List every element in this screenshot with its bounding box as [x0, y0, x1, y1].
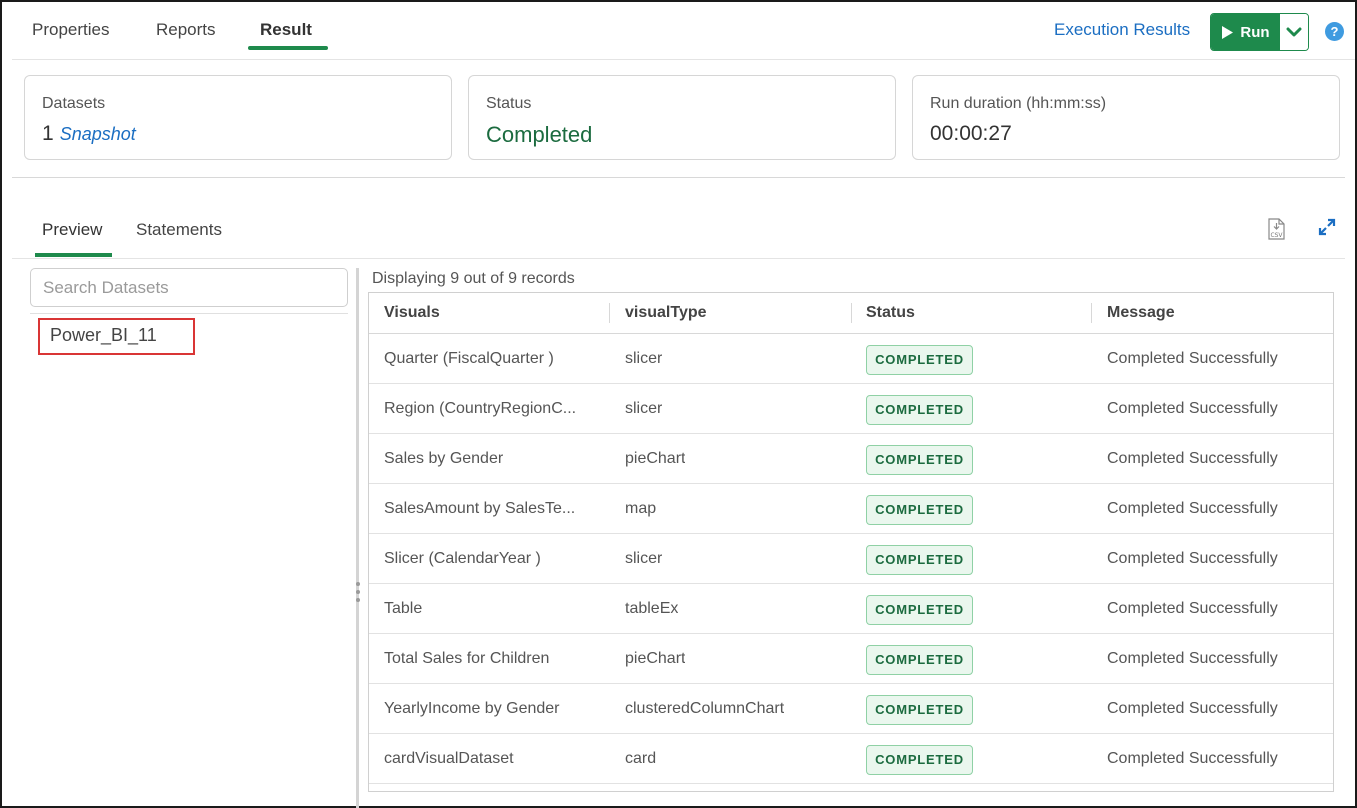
cell-message: Completed Successfully	[1107, 750, 1278, 767]
duration-card: Run duration (hh:mm:ss) 00:00:27	[912, 75, 1340, 160]
subtab-divider	[12, 258, 1345, 259]
status-badge: COMPLETED	[866, 395, 973, 425]
status-badge: COMPLETED	[866, 445, 973, 475]
column-header-status[interactable]: Status	[866, 304, 915, 322]
snapshot-link[interactable]: Snapshot	[60, 124, 136, 144]
cell-visual: cardVisualDataset	[384, 750, 514, 767]
cell-visual: Region (CountryRegionC...	[384, 400, 577, 417]
status-card-label: Status	[486, 95, 532, 112]
table-row[interactable]: Quarter (FiscalQuarter ) slicer COMPLETE…	[369, 334, 1333, 384]
status-card-value: Completed	[486, 122, 593, 147]
execution-results-link[interactable]: Execution Results	[1054, 20, 1190, 40]
tab-result[interactable]: Result	[260, 20, 312, 40]
status-badge: COMPLETED	[866, 545, 973, 575]
status-badge: COMPLETED	[866, 695, 973, 725]
status-badge: COMPLETED	[866, 495, 973, 525]
status-badge: COMPLETED	[866, 345, 973, 375]
table-row[interactable]: SalesAmount by SalesTe... map COMPLETED …	[369, 484, 1333, 534]
status-badge: COMPLETED	[866, 595, 973, 625]
cell-message: Completed Successfully	[1107, 500, 1278, 517]
cell-visual: Slicer (CalendarYear )	[384, 550, 541, 567]
cell-visual: YearlyIncome by Gender	[384, 700, 560, 717]
datasets-card-value: 1 Snapshot	[42, 122, 136, 146]
cell-message: Completed Successfully	[1107, 550, 1278, 567]
column-divider	[851, 303, 852, 323]
table-header: Visuals visualType Status Message	[369, 293, 1333, 334]
datasets-card-label: Datasets	[42, 95, 106, 112]
dataset-list-divider	[30, 313, 348, 314]
column-divider	[609, 303, 610, 323]
column-divider	[1091, 303, 1092, 323]
section-divider	[12, 177, 1345, 178]
duration-card-value: 00:00:27	[930, 122, 1012, 145]
cell-visual: Total Sales for Children	[384, 650, 550, 667]
pane-splitter[interactable]	[356, 268, 359, 808]
cell-visual: Table	[384, 600, 423, 617]
table-row[interactable]: cardVisualDataset card COMPLETED Complet…	[369, 734, 1333, 784]
table-row[interactable]: YearlyIncome by Gender clusteredColumnCh…	[369, 684, 1333, 734]
active-tab-indicator	[248, 46, 328, 50]
cell-visual-type: pieChart	[625, 450, 686, 467]
table-row[interactable]: Sales by Gender pieChart COMPLETED Compl…	[369, 434, 1333, 484]
cell-visual-type: card	[625, 750, 657, 767]
search-datasets-input[interactable]	[30, 268, 348, 307]
cell-visual-type: pieChart	[625, 650, 686, 667]
csv-icon-text: CSV	[1270, 232, 1283, 239]
cell-message: Completed Successfully	[1107, 400, 1278, 417]
column-header-visualtype[interactable]: visualType	[625, 304, 707, 322]
status-card: Status Completed	[468, 75, 896, 160]
cell-visual-type: slicer	[625, 350, 663, 367]
run-button-label: Run	[1240, 23, 1270, 41]
tab-statements[interactable]: Statements	[136, 220, 222, 240]
cell-visual: Quarter (FiscalQuarter )	[384, 350, 554, 367]
active-subtab-indicator	[35, 253, 112, 257]
datasets-card: Datasets 1 Snapshot	[24, 75, 452, 160]
cell-message: Completed Successfully	[1107, 700, 1278, 717]
cell-message: Completed Successfully	[1107, 600, 1278, 617]
run-options-dropdown[interactable]	[1280, 14, 1308, 50]
datasets-count: 1	[42, 122, 54, 145]
run-button[interactable]: Run	[1211, 14, 1280, 50]
records-count-text: Displaying 9 out of 9 records	[372, 270, 575, 287]
status-badge: COMPLETED	[866, 645, 973, 675]
csv-download-icon[interactable]: CSV	[1265, 218, 1287, 240]
cell-message: Completed Successfully	[1107, 650, 1278, 667]
play-icon	[1222, 25, 1234, 39]
tab-reports[interactable]: Reports	[156, 20, 216, 40]
table-row[interactable]: Slicer (CalendarYear ) slicer COMPLETED …	[369, 534, 1333, 584]
cell-message: Completed Successfully	[1107, 350, 1278, 367]
duration-card-label: Run duration (hh:mm:ss)	[930, 95, 1107, 112]
cell-visual: Sales by Gender	[384, 450, 504, 467]
tab-properties[interactable]: Properties	[32, 20, 109, 40]
chevron-down-icon	[1286, 27, 1302, 37]
column-header-visuals[interactable]: Visuals	[384, 304, 440, 322]
tab-preview[interactable]: Preview	[42, 220, 102, 240]
table-row[interactable]: Total Sales for Children pieChart COMPLE…	[369, 634, 1333, 684]
cell-visual-type: slicer	[625, 550, 663, 567]
column-header-message[interactable]: Message	[1107, 304, 1175, 322]
status-badge: COMPLETED	[866, 745, 973, 775]
cell-visual-type: slicer	[625, 400, 663, 417]
help-icon[interactable]: ?	[1325, 22, 1344, 41]
cell-message: Completed Successfully	[1107, 450, 1278, 467]
table-row[interactable]: Region (CountryRegionC... slicer COMPLET…	[369, 384, 1333, 434]
run-split-button: Run	[1210, 13, 1309, 51]
cell-visual-type: map	[625, 500, 657, 517]
table-row[interactable]: Table tableEx COMPLETED Completed Succes…	[369, 584, 1333, 634]
expand-icon[interactable]	[1318, 218, 1336, 236]
results-table: Visuals visualType Status Message Quarte…	[368, 292, 1334, 792]
splitter-grip-icon[interactable]	[355, 582, 360, 602]
cell-visual-type: tableEx	[625, 600, 679, 617]
app-window: Properties Reports Result Execution Resu…	[0, 0, 1357, 808]
dataset-item-power-bi-11[interactable]: Power_BI_11	[38, 318, 195, 355]
cell-visual-type: clusteredColumnChart	[625, 700, 785, 717]
cell-visual: SalesAmount by SalesTe...	[384, 500, 576, 517]
